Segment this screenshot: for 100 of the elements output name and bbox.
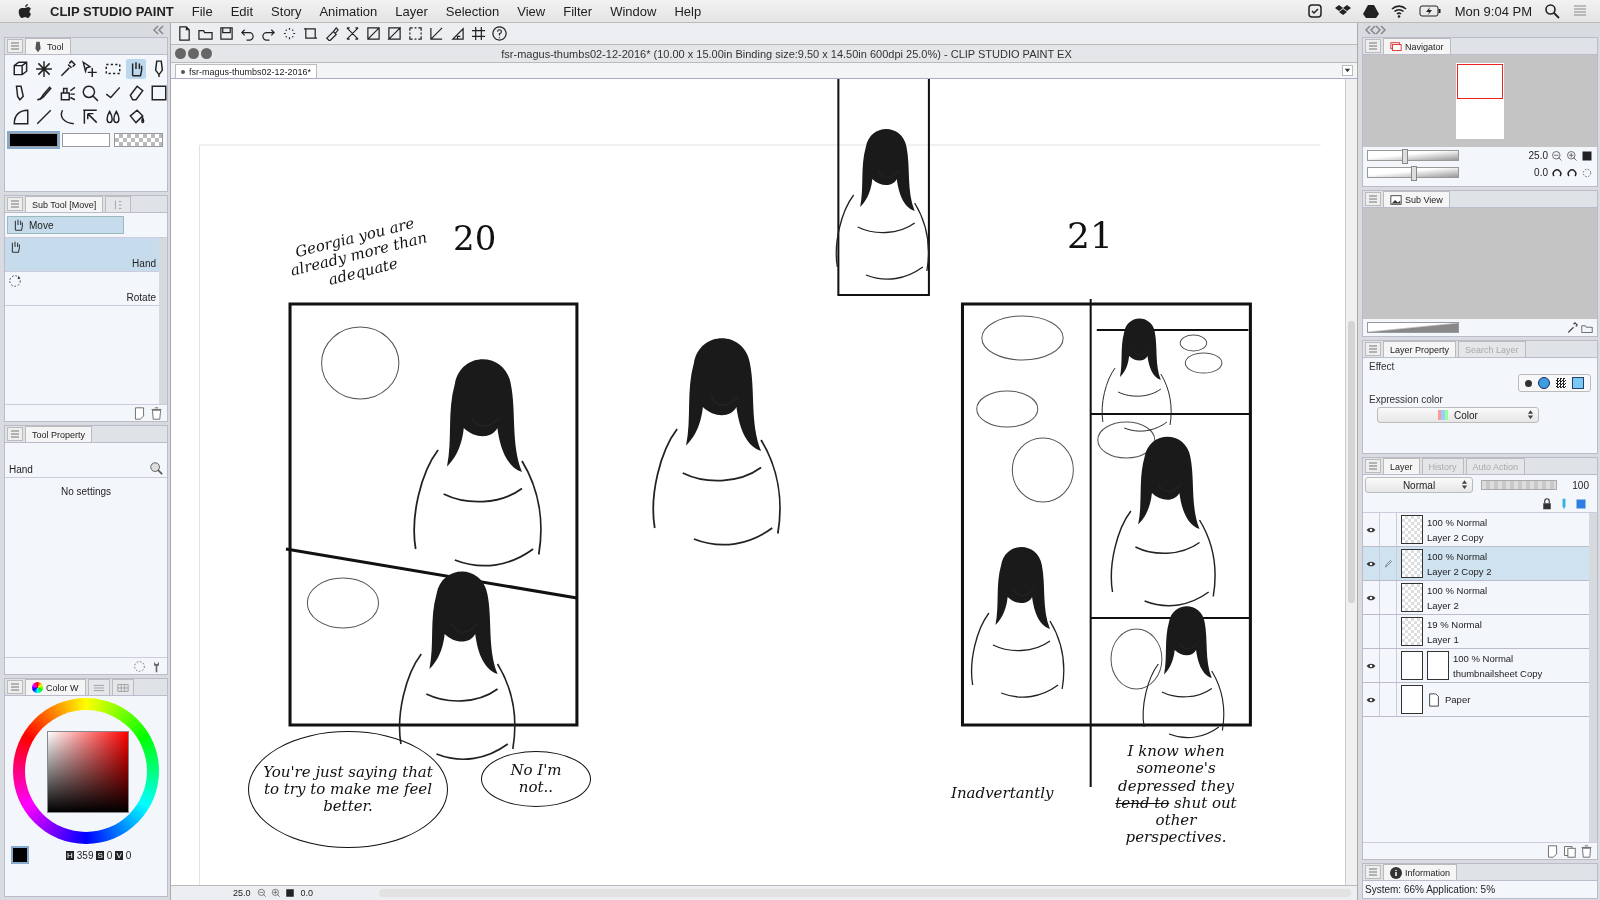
menu-item[interactable]: Story [271,3,302,19]
eye-icon[interactable] [1366,593,1376,602]
sub-color-swatch[interactable] [61,133,111,147]
rotate-right-icon[interactable] [1566,166,1578,179]
trash-icon[interactable] [150,406,163,420]
panel-tab[interactable]: Layer Property [1383,341,1457,357]
line-icon[interactable] [34,107,54,127]
zoom-slider[interactable] [1367,150,1459,161]
lock-icon[interactable] [1541,497,1553,510]
battery-icon[interactable] [1418,3,1441,19]
search-icon[interactable] [1544,3,1560,19]
menu-item[interactable]: Edit [230,3,254,19]
main-color-swatch[interactable] [9,133,58,147]
maximize-button[interactable] [201,48,212,59]
panel-tab[interactable]: Layer [1383,458,1420,474]
panel-tab[interactable]: Navigator [1383,38,1451,54]
layer-row[interactable]: 100 % Normal Layer 2 [1363,581,1589,615]
page-thumbnail[interactable] [1456,63,1504,139]
zoom-out-icon[interactable] [256,888,267,898]
sparkle-icon[interactable] [34,59,54,79]
zoom-out-icon[interactable] [1551,149,1563,162]
eye-icon[interactable] [1366,661,1376,670]
angle-value[interactable]: 0.0 [298,888,316,898]
dashed-box-icon[interactable] [408,26,423,41]
sub-tool-item[interactable]: Rotate [5,272,159,306]
wifi-icon[interactable] [1390,3,1407,19]
panel-tab[interactable]: Tool [25,38,71,54]
rotation-value[interactable]: 0.0 [1534,167,1548,178]
saturation-value-square[interactable] [47,731,129,813]
dotted-circle-icon[interactable] [1581,166,1593,179]
sub-view-zoom-slider[interactable] [1367,322,1459,333]
eye-icon[interactable] [1366,559,1376,568]
opacity-slider[interactable] [1481,480,1557,490]
opacity-value[interactable]: 100 [1572,479,1595,491]
eye-icon[interactable] [1366,525,1376,534]
fill-curve-icon[interactable] [11,107,31,127]
panel-tab[interactable]: Information [1383,864,1458,880]
menu-item[interactable]: View [517,3,546,19]
zoom-value[interactable]: 25.0 [231,888,253,898]
transform-icon[interactable] [345,26,360,41]
clock-text[interactable]: Mon 9:04 PM [1454,3,1532,19]
panel-tab[interactable]: Sub Tool [Move] [25,196,104,212]
trash-icon[interactable] [1580,844,1593,858]
checkbox-icon[interactable] [1306,3,1323,19]
dotted-circle-icon[interactable] [133,659,146,673]
zoom-value[interactable]: 25.0 [1528,150,1548,161]
dropdown-button[interactable] [1342,65,1353,76]
sub-tool-group[interactable]: Move [7,216,124,234]
minimize-button[interactable] [188,48,199,59]
arrow-icon[interactable] [80,107,100,127]
menu-item[interactable]: Window [610,3,657,19]
save-icon[interactable] [219,26,234,41]
expression-color-select[interactable]: Color [1377,407,1539,423]
brush-icon[interactable] [34,83,54,103]
zoom-in-icon[interactable] [1566,149,1578,162]
effect-buttons[interactable] [1518,374,1591,392]
close-button[interactable] [175,48,186,59]
panel-tab[interactable]: Color W [25,679,86,695]
collapse-icon[interactable] [1364,25,1386,35]
move-arrows-icon[interactable] [80,59,100,79]
layer-row[interactable]: 100 % Normal Layer 2 Copy 2 [1363,547,1589,581]
panel-tab[interactable]: Sub View [1383,191,1450,207]
menu-item[interactable]: Animation [319,3,378,19]
copy-icon[interactable] [1563,844,1576,858]
diagonal-box-icon[interactable] [366,26,381,41]
eyedropper-icon[interactable] [1566,321,1578,334]
transparent-swatch[interactable] [114,133,163,147]
apple-logo-icon[interactable] [18,3,32,19]
panel-tab[interactable]: Tool Property [25,426,93,442]
menu-item[interactable]: Selection [445,3,500,19]
document-tab[interactable]: fsr-magus-thumbs02-12-2016* [175,64,318,78]
triangle-ruler-icon[interactable] [450,26,465,41]
tab-label[interactable]: Tool [47,41,64,52]
menu-item[interactable]: File [191,3,213,19]
magnifier-icon[interactable] [149,461,163,475]
brush-icon[interactable] [324,26,339,41]
layer-row[interactable]: 100 % Normal thumbnailsheet Copy [1363,649,1589,683]
sub-tool-item[interactable]: Hand [5,238,159,272]
square-icon[interactable] [1575,497,1587,510]
app-name[interactable]: CLIP STUDIO PAINT [50,3,174,19]
layer-row[interactable]: 19 % Normal Layer 1 [1363,615,1589,649]
menu-item[interactable]: Layer [395,3,428,19]
layer-row[interactable]: Paper [1363,683,1589,717]
color-swatch[interactable] [11,846,29,864]
zoom-icon[interactable] [80,83,100,103]
hand-icon[interactable] [126,59,146,79]
eye-icon[interactable] [1366,695,1376,704]
rotate-left-icon[interactable] [1551,166,1563,179]
menu-item[interactable]: Filter [563,3,593,19]
new-page-icon[interactable] [177,26,192,41]
grid-icon[interactable] [471,26,486,41]
vertical-scrollbar[interactable] [1345,79,1357,885]
collapse-icon[interactable] [152,25,164,35]
fit-icon[interactable] [1581,149,1593,162]
menu-item[interactable]: Help [674,3,702,19]
help-icon[interactable] [492,26,507,41]
blend-mode-select[interactable]: Normal [1365,477,1473,493]
ruler-icon[interactable] [429,26,444,41]
fit-icon[interactable] [284,888,295,898]
rotation-slider[interactable] [1367,167,1459,178]
